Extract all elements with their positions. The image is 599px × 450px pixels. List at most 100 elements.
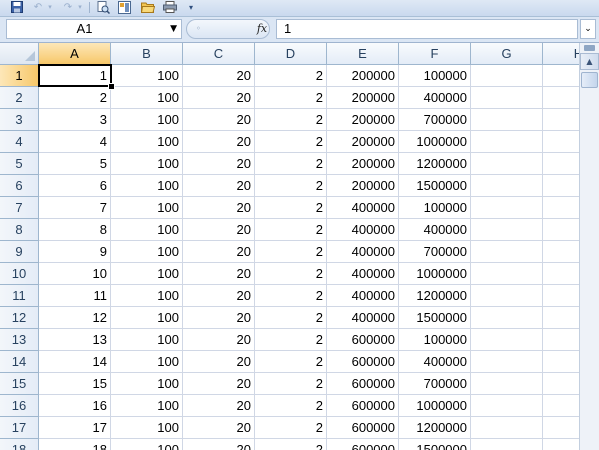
cell-a6[interactable]: 6 <box>39 175 111 197</box>
cell-a18[interactable]: 18 <box>39 439 111 450</box>
cell-a10[interactable]: 10 <box>39 263 111 285</box>
cell-d13[interactable]: 2 <box>255 329 327 351</box>
vertical-scrollbar[interactable]: ▲ <box>579 43 599 450</box>
cell-g3[interactable] <box>471 109 543 131</box>
cell-e2[interactable]: 200000 <box>327 87 399 109</box>
split-box[interactable] <box>584 45 595 51</box>
cell-a5[interactable]: 5 <box>39 153 111 175</box>
cell-h7[interactable] <box>543 197 579 219</box>
row-header-10[interactable]: 10 <box>0 263 39 285</box>
cell-d6[interactable]: 2 <box>255 175 327 197</box>
cell-d3[interactable]: 2 <box>255 109 327 131</box>
column-header-c[interactable]: C <box>183 43 255 65</box>
cell-f5[interactable]: 1200000 <box>399 153 471 175</box>
cell-g10[interactable] <box>471 263 543 285</box>
cell-c16[interactable]: 20 <box>183 395 255 417</box>
row-header-13[interactable]: 13 <box>0 329 39 351</box>
cell-b15[interactable]: 100 <box>111 373 183 395</box>
cell-d14[interactable]: 2 <box>255 351 327 373</box>
cell-d2[interactable]: 2 <box>255 87 327 109</box>
cell-c13[interactable]: 20 <box>183 329 255 351</box>
cell-b10[interactable]: 100 <box>111 263 183 285</box>
cell-e13[interactable]: 600000 <box>327 329 399 351</box>
cell-c7[interactable]: 20 <box>183 197 255 219</box>
column-header-g[interactable]: G <box>471 43 543 65</box>
row-header-7[interactable]: 7 <box>0 197 39 219</box>
cell-c4[interactable]: 20 <box>183 131 255 153</box>
cell-g14[interactable] <box>471 351 543 373</box>
row-header-2[interactable]: 2 <box>0 87 39 109</box>
cell-c9[interactable]: 20 <box>183 241 255 263</box>
cell-a9[interactable]: 9 <box>39 241 111 263</box>
cell-f1[interactable]: 100000 <box>399 65 471 87</box>
scroll-up-button[interactable]: ▲ <box>580 53 599 70</box>
cell-c8[interactable]: 20 <box>183 219 255 241</box>
cell-h17[interactable] <box>543 417 579 439</box>
cell-h10[interactable] <box>543 263 579 285</box>
cell-a4[interactable]: 4 <box>39 131 111 153</box>
cell-a1[interactable]: 1 <box>39 65 111 87</box>
cell-c5[interactable]: 20 <box>183 153 255 175</box>
cell-d4[interactable]: 2 <box>255 131 327 153</box>
fill-handle[interactable] <box>108 83 115 90</box>
cell-d9[interactable]: 2 <box>255 241 327 263</box>
cell-g18[interactable] <box>471 439 543 450</box>
cell-e8[interactable]: 400000 <box>327 219 399 241</box>
cell-f16[interactable]: 1000000 <box>399 395 471 417</box>
cell-g16[interactable] <box>471 395 543 417</box>
cell-e1[interactable]: 200000 <box>327 65 399 87</box>
cell-e16[interactable]: 600000 <box>327 395 399 417</box>
redo-dropdown-icon[interactable]: ▾ <box>76 0 84 14</box>
cell-e14[interactable]: 600000 <box>327 351 399 373</box>
name-box-dropdown-icon[interactable]: ▼ <box>170 20 177 38</box>
cell-h6[interactable] <box>543 175 579 197</box>
cell-e18[interactable]: 600000 <box>327 439 399 450</box>
cell-h8[interactable] <box>543 219 579 241</box>
cell-c18[interactable]: 20 <box>183 439 255 450</box>
worksheet-grid[interactable]: A B C D E F G H 1 1 100 20 2 200000 100000 2 2 100 20 2 2000… <box>0 43 579 450</box>
row-header-9[interactable]: 9 <box>0 241 39 263</box>
cell-e11[interactable]: 400000 <box>327 285 399 307</box>
cell-h2[interactable] <box>543 87 579 109</box>
cell-a3[interactable]: 3 <box>39 109 111 131</box>
cell-e3[interactable]: 200000 <box>327 109 399 131</box>
row-header-1[interactable]: 1 <box>0 65 39 87</box>
cell-c12[interactable]: 20 <box>183 307 255 329</box>
cell-d10[interactable]: 2 <box>255 263 327 285</box>
cell-c17[interactable]: 20 <box>183 417 255 439</box>
cell-c11[interactable]: 20 <box>183 285 255 307</box>
cell-d16[interactable]: 2 <box>255 395 327 417</box>
insert-function-button[interactable]: fx <box>252 20 272 38</box>
cell-h14[interactable] <box>543 351 579 373</box>
cell-c6[interactable]: 20 <box>183 175 255 197</box>
cell-a12[interactable]: 12 <box>39 307 111 329</box>
cell-c1[interactable]: 20 <box>183 65 255 87</box>
select-all-button[interactable] <box>0 43 39 65</box>
cell-g7[interactable] <box>471 197 543 219</box>
cell-a8[interactable]: 8 <box>39 219 111 241</box>
row-header-8[interactable]: 8 <box>0 219 39 241</box>
cell-d1[interactable]: 2 <box>255 65 327 87</box>
cell-f11[interactable]: 1200000 <box>399 285 471 307</box>
cell-b13[interactable]: 100 <box>111 329 183 351</box>
cell-e15[interactable]: 600000 <box>327 373 399 395</box>
print-icon[interactable] <box>162 0 177 14</box>
column-header-d[interactable]: D <box>255 43 327 65</box>
cell-g5[interactable] <box>471 153 543 175</box>
cell-b7[interactable]: 100 <box>111 197 183 219</box>
cell-b18[interactable]: 100 <box>111 439 183 450</box>
scroll-thumb[interactable] <box>581 72 598 88</box>
cell-g13[interactable] <box>471 329 543 351</box>
cell-h12[interactable] <box>543 307 579 329</box>
cell-d15[interactable]: 2 <box>255 373 327 395</box>
row-header-14[interactable]: 14 <box>0 351 39 373</box>
customize-dropdown-icon[interactable]: ▾ <box>186 0 196 14</box>
cell-b6[interactable]: 100 <box>111 175 183 197</box>
row-header-4[interactable]: 4 <box>0 131 39 153</box>
cell-f15[interactable]: 700000 <box>399 373 471 395</box>
cell-e4[interactable]: 200000 <box>327 131 399 153</box>
column-header-f[interactable]: F <box>399 43 471 65</box>
cell-d5[interactable]: 2 <box>255 153 327 175</box>
cell-b9[interactable]: 100 <box>111 241 183 263</box>
cell-f6[interactable]: 1500000 <box>399 175 471 197</box>
